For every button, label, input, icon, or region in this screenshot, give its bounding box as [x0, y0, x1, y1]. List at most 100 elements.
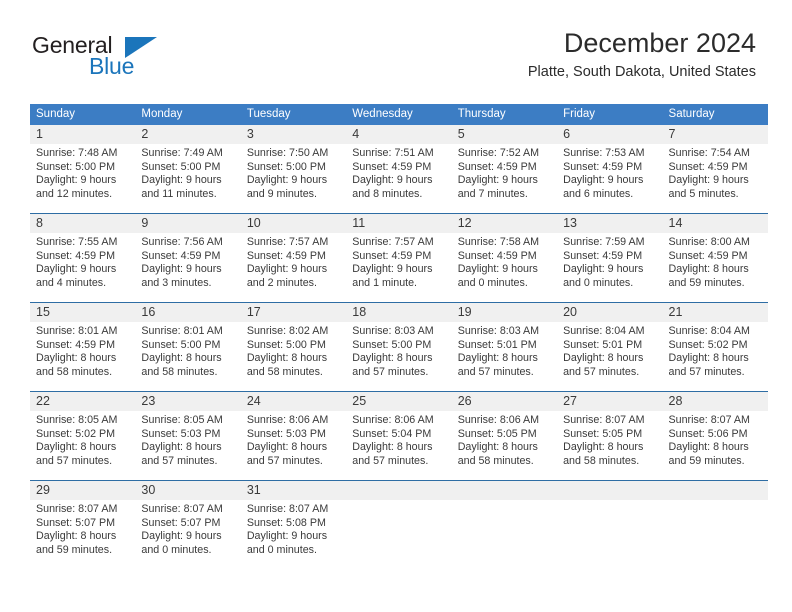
- daylight-text-line2: and 57 minutes.: [352, 454, 429, 467]
- day-cell[interactable]: Sunrise: 7:52 AM Sunset: 4:59 PM Dayligh…: [452, 144, 557, 213]
- sunrise-text: Sunrise: 8:03 AM: [457, 325, 540, 337]
- day-cell[interactable]: Sunrise: 8:06 AM Sunset: 5:05 PM Dayligh…: [452, 411, 557, 480]
- daylight-text-line1: Daylight: 8 hours: [668, 263, 749, 276]
- day-number[interactable]: 24: [241, 392, 346, 411]
- day-header-sunday: Sunday: [36, 108, 76, 120]
- day-cell[interactable]: Sunrise: 7:50 AM Sunset: 5:00 PM Dayligh…: [241, 144, 346, 213]
- day-cell[interactable]: Sunrise: 8:05 AM Sunset: 5:03 PM Dayligh…: [135, 411, 240, 480]
- day-number[interactable]: 15: [30, 303, 135, 322]
- day-number-empty: [346, 481, 451, 500]
- day-number[interactable]: 1: [30, 125, 135, 144]
- sunrise-text: Sunrise: 7:49 AM: [141, 147, 223, 159]
- day-number[interactable]: 5: [452, 125, 557, 144]
- sunset-text: Sunset: 4:59 PM: [352, 249, 432, 262]
- day-number[interactable]: 3: [241, 125, 346, 144]
- day-number[interactable]: 10: [241, 214, 346, 233]
- day-cell[interactable]: Sunrise: 7:49 AM Sunset: 5:00 PM Dayligh…: [135, 144, 240, 213]
- day-number[interactable]: 25: [346, 392, 451, 411]
- day-cell[interactable]: Sunrise: 8:06 AM Sunset: 5:04 PM Dayligh…: [346, 411, 451, 480]
- daylight-text-line2: and 59 minutes.: [668, 276, 745, 289]
- day-number[interactable]: 22: [30, 392, 135, 411]
- day-number[interactable]: 30: [135, 481, 240, 500]
- day-number[interactable]: 19: [452, 303, 557, 322]
- day-number[interactable]: 8: [30, 214, 135, 233]
- day-cell[interactable]: Sunrise: 7:58 AM Sunset: 4:59 PM Dayligh…: [452, 233, 557, 302]
- day-cell[interactable]: Sunrise: 8:04 AM Sunset: 5:02 PM Dayligh…: [663, 322, 768, 391]
- day-cell[interactable]: Sunrise: 7:57 AM Sunset: 4:59 PM Dayligh…: [241, 233, 346, 302]
- sunrise-text: Sunrise: 8:04 AM: [563, 325, 645, 337]
- week-detail-band: Sunrise: 8:01 AM Sunset: 4:59 PM Dayligh…: [30, 322, 768, 391]
- sunset-text: Sunset: 5:01 PM: [457, 338, 537, 351]
- week-daynumber-band: 15 16 17 18 19 20 21: [30, 303, 768, 322]
- day-number[interactable]: 7: [663, 125, 768, 144]
- daylight-text-line1: Daylight: 8 hours: [141, 441, 222, 454]
- day-cell[interactable]: Sunrise: 8:07 AM Sunset: 5:05 PM Dayligh…: [557, 411, 662, 480]
- day-number-empty: [663, 481, 768, 500]
- day-number[interactable]: 4: [346, 125, 451, 144]
- calendar-week-row: 8 9 10 11 12 13 14 Sunrise: 7:55 AM Suns…: [30, 213, 768, 302]
- daylight-text-line1: Daylight: 8 hours: [141, 352, 222, 365]
- day-number[interactable]: 29: [30, 481, 135, 500]
- day-number[interactable]: 26: [452, 392, 557, 411]
- day-cell[interactable]: Sunrise: 8:07 AM Sunset: 5:07 PM Dayligh…: [135, 500, 240, 569]
- day-number[interactable]: 27: [557, 392, 662, 411]
- day-number[interactable]: 18: [346, 303, 451, 322]
- daylight-text-line1: Daylight: 9 hours: [141, 174, 222, 187]
- sunrise-text: Sunrise: 7:55 AM: [36, 236, 118, 248]
- day-cell[interactable]: Sunrise: 7:48 AM Sunset: 5:00 PM Dayligh…: [30, 144, 135, 213]
- daylight-text-line2: and 12 minutes.: [36, 187, 113, 200]
- day-cell[interactable]: Sunrise: 8:01 AM Sunset: 5:00 PM Dayligh…: [135, 322, 240, 391]
- day-cell[interactable]: Sunrise: 7:56 AM Sunset: 4:59 PM Dayligh…: [135, 233, 240, 302]
- sunrise-text: Sunrise: 8:04 AM: [668, 325, 750, 337]
- sunrise-text: Sunrise: 8:00 AM: [668, 236, 750, 248]
- daylight-text-line1: Daylight: 8 hours: [36, 352, 117, 365]
- day-number[interactable]: 31: [241, 481, 346, 500]
- calendar-page: General Blue December 2024 Platte, South…: [0, 0, 792, 612]
- day-number[interactable]: 20: [557, 303, 662, 322]
- daylight-text-line1: Daylight: 8 hours: [668, 441, 749, 454]
- day-number[interactable]: 2: [135, 125, 240, 144]
- page-subtitle-location: Platte, South Dakota, United States: [527, 64, 756, 81]
- day-number[interactable]: 21: [663, 303, 768, 322]
- sunset-text: Sunset: 5:03 PM: [246, 427, 326, 440]
- day-cell[interactable]: Sunrise: 8:06 AM Sunset: 5:03 PM Dayligh…: [241, 411, 346, 480]
- day-cell[interactable]: Sunrise: 7:54 AM Sunset: 4:59 PM Dayligh…: [663, 144, 768, 213]
- general-blue-logo[interactable]: General Blue: [32, 34, 292, 90]
- day-number[interactable]: 11: [346, 214, 451, 233]
- day-number[interactable]: 28: [663, 392, 768, 411]
- day-cell[interactable]: Sunrise: 7:57 AM Sunset: 4:59 PM Dayligh…: [346, 233, 451, 302]
- sunset-text: Sunset: 5:07 PM: [36, 516, 116, 529]
- sunrise-text: Sunrise: 7:52 AM: [457, 147, 540, 159]
- day-cell[interactable]: Sunrise: 8:00 AM Sunset: 4:59 PM Dayligh…: [663, 233, 768, 302]
- day-cell[interactable]: Sunrise: 8:07 AM Sunset: 5:07 PM Dayligh…: [30, 500, 135, 569]
- day-number[interactable]: 6: [557, 125, 662, 144]
- sunset-text: Sunset: 5:01 PM: [563, 338, 643, 351]
- daylight-text-line2: and 57 minutes.: [141, 454, 218, 467]
- day-cell[interactable]: Sunrise: 7:59 AM Sunset: 4:59 PM Dayligh…: [557, 233, 662, 302]
- day-cell[interactable]: Sunrise: 8:04 AM Sunset: 5:01 PM Dayligh…: [557, 322, 662, 391]
- day-number[interactable]: 14: [663, 214, 768, 233]
- sunrise-text: Sunrise: 8:07 AM: [563, 414, 645, 426]
- day-cell[interactable]: Sunrise: 8:03 AM Sunset: 5:01 PM Dayligh…: [452, 322, 557, 391]
- sunrise-text: Sunrise: 7:50 AM: [246, 147, 329, 159]
- day-cell[interactable]: Sunrise: 8:02 AM Sunset: 5:00 PM Dayligh…: [241, 322, 346, 391]
- week-detail-band: Sunrise: 8:05 AM Sunset: 5:02 PM Dayligh…: [30, 411, 768, 480]
- sunset-text: Sunset: 4:59 PM: [668, 249, 748, 262]
- week-detail-band: Sunrise: 7:55 AM Sunset: 4:59 PM Dayligh…: [30, 233, 768, 302]
- day-cell[interactable]: Sunrise: 7:53 AM Sunset: 4:59 PM Dayligh…: [557, 144, 662, 213]
- day-number[interactable]: 23: [135, 392, 240, 411]
- day-cell[interactable]: Sunrise: 8:01 AM Sunset: 4:59 PM Dayligh…: [30, 322, 135, 391]
- week-daynumber-band: 29 30 31: [30, 481, 768, 500]
- day-cell[interactable]: Sunrise: 8:05 AM Sunset: 5:02 PM Dayligh…: [30, 411, 135, 480]
- daylight-text-line1: Daylight: 9 hours: [246, 530, 328, 543]
- day-cell[interactable]: Sunrise: 8:03 AM Sunset: 5:00 PM Dayligh…: [346, 322, 451, 391]
- day-number[interactable]: 17: [241, 303, 346, 322]
- day-cell[interactable]: Sunrise: 7:55 AM Sunset: 4:59 PM Dayligh…: [30, 233, 135, 302]
- day-number[interactable]: 9: [135, 214, 240, 233]
- day-number[interactable]: 13: [557, 214, 662, 233]
- day-number[interactable]: 16: [135, 303, 240, 322]
- day-number[interactable]: 12: [452, 214, 557, 233]
- day-cell[interactable]: Sunrise: 8:07 AM Sunset: 5:08 PM Dayligh…: [241, 500, 346, 569]
- day-cell[interactable]: Sunrise: 7:51 AM Sunset: 4:59 PM Dayligh…: [346, 144, 451, 213]
- day-cell[interactable]: Sunrise: 8:07 AM Sunset: 5:06 PM Dayligh…: [663, 411, 768, 480]
